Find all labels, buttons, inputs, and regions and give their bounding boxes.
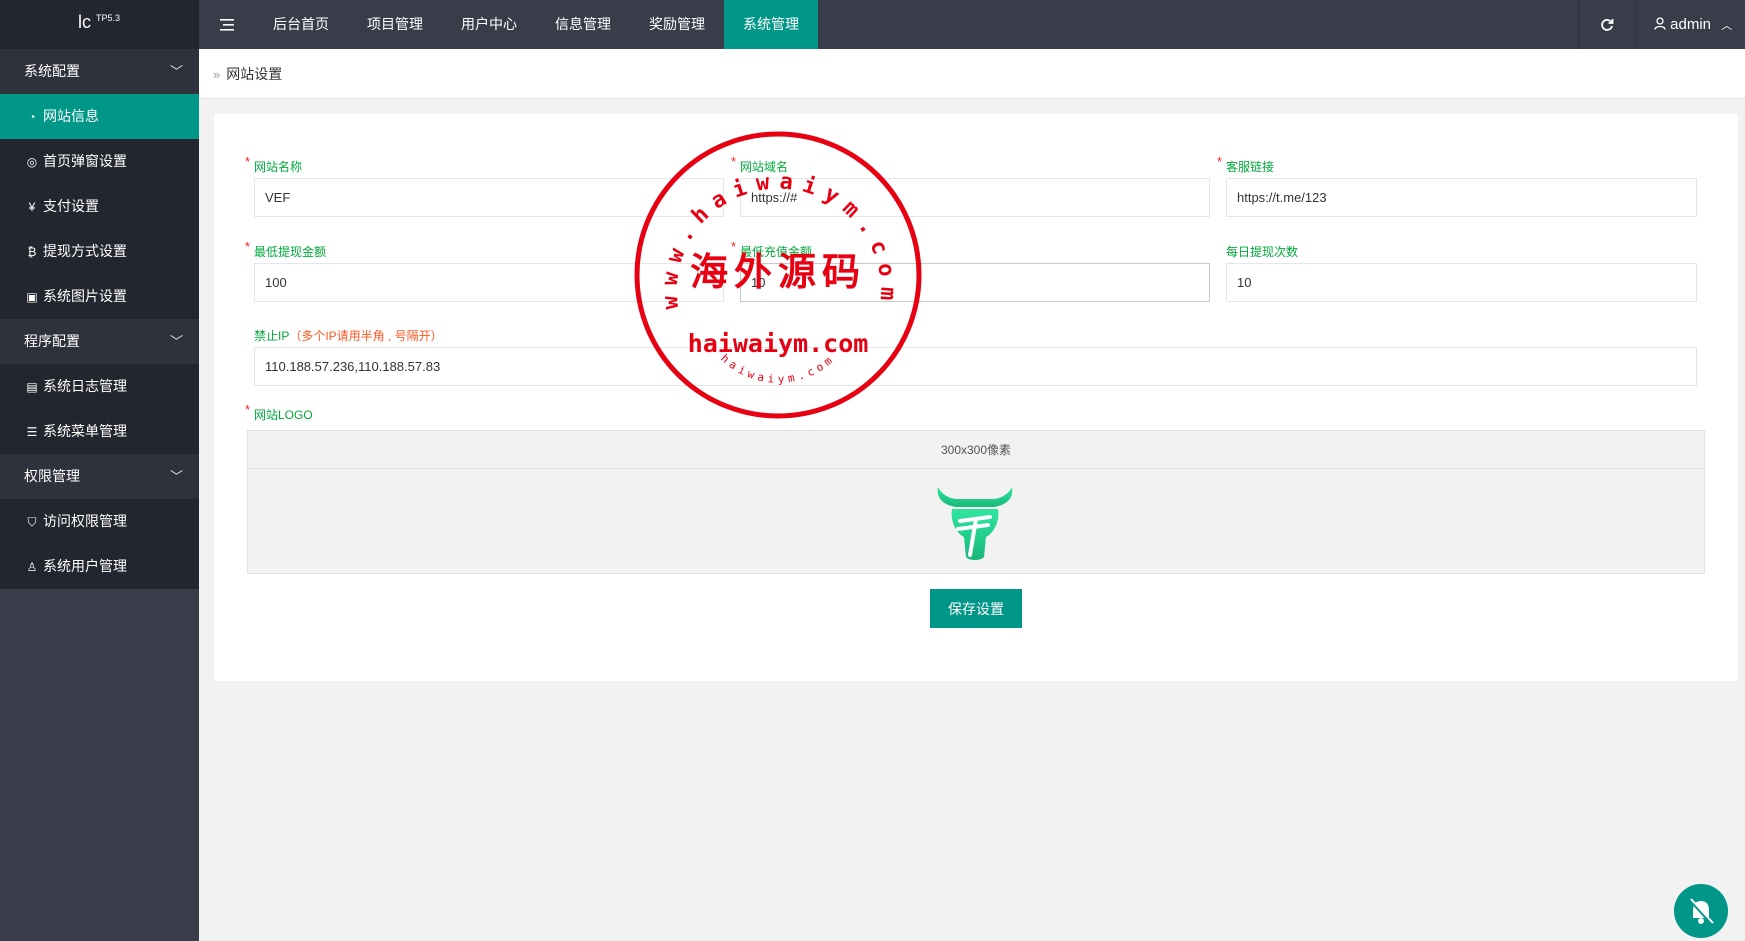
required-mark: * (245, 402, 251, 417)
ban-ip-label: 禁止IP（多个IP请用半角 , 号隔开） (254, 329, 443, 343)
sidebar-item-label: 系统日志管理 (43, 378, 127, 394)
sidebar-item-label: 系统图片设置 (43, 288, 127, 304)
required-mark: * (245, 239, 251, 254)
sidebar-item-label: 提现方式设置 (43, 243, 127, 259)
min-withdraw-label: * 最低提现金额 (245, 239, 327, 259)
sidebar: 系统配置 ﹀ ◔ 网站信息 ◎ 首页弹窗设置 ¥ 支付设置 ₿ 提现方式设置 ▣ 系统图片… (0, 49, 199, 941)
bull-logo-image[interactable] (934, 481, 1016, 563)
site-logo-label: * 网站LOGO (245, 402, 313, 422)
nav-info[interactable]: 信息管理 (536, 0, 630, 49)
sidebar-item-menus[interactable]: ☰ 系统菜单管理 (0, 409, 199, 454)
nav-system[interactable]: 系统管理 (724, 0, 818, 49)
sidebar-item-sys-users[interactable]: ♙ 系统用户管理 (0, 544, 199, 589)
sidebar-group-system-config[interactable]: 系统配置 ﹀ (0, 49, 199, 94)
menu-list-icon: ☰ (26, 425, 38, 439)
sidebar-group-permissions[interactable]: 权限管理 ﹀ (0, 454, 199, 499)
chevron-down-icon: ﹀ (169, 334, 183, 349)
logo-version: TP5.3 (96, 13, 121, 23)
bell-off-icon[interactable] (1674, 884, 1728, 938)
shield-icon: ⛉ (27, 515, 37, 529)
min-withdraw-input[interactable] (254, 263, 724, 302)
sidebar-item-site-info[interactable]: ◔ 网站信息 (0, 94, 199, 139)
site-name-input[interactable] (254, 178, 724, 217)
daily-withdraw-label: 每日提现次数 (1226, 245, 1299, 259)
chevron-down-icon: ﹀ (169, 64, 183, 79)
sidebar-group-program-config[interactable]: 程序配置 ﹀ (0, 319, 199, 364)
logo-upload-area[interactable]: 300x300像素 (247, 430, 1705, 574)
eye-icon: ◎ (26, 155, 38, 169)
sidebar-item-label: 访问权限管理 (43, 513, 127, 529)
sidebar-item-withdraw[interactable]: ₿ 提现方式设置 (0, 229, 199, 274)
user-menu[interactable]: admin ︿ (1635, 0, 1745, 49)
sidebar-item-payment[interactable]: ¥ 支付设置 (0, 184, 199, 229)
site-domain-input[interactable] (740, 178, 1210, 217)
chevron-down-icon: ﹀ (169, 469, 183, 484)
double-chevron-right-icon: » (213, 67, 221, 82)
breadcrumb: » 网站设置 (199, 49, 1745, 99)
sidebar-group-label: 程序配置 (24, 333, 80, 349)
sidebar-item-label: 系统菜单管理 (43, 423, 127, 439)
logo-size-hint: 300x300像素 (248, 431, 1704, 469)
sidebar-item-popup[interactable]: ◎ 首页弹窗设置 (0, 139, 199, 184)
sidebar-group-label: 权限管理 (24, 468, 80, 484)
site-name-label: * 网站名称 (245, 154, 303, 174)
app-logo[interactable]: lc TP5.3 (0, 0, 199, 49)
sidebar-item-logs[interactable]: ▤ 系统日志管理 (0, 364, 199, 409)
nav-projects[interactable]: 项目管理 (348, 0, 442, 49)
sidebar-item-label: 支付设置 (43, 198, 99, 214)
daily-withdraw-input[interactable] (1226, 263, 1697, 302)
required-mark: * (731, 239, 737, 254)
min-recharge-label: * 最低充值金额 (731, 239, 813, 259)
save-button[interactable]: 保存设置 (930, 589, 1022, 628)
refresh-icon[interactable] (1578, 0, 1635, 49)
bitcoin-icon: ₿ (27, 245, 37, 259)
required-mark: * (731, 154, 737, 169)
service-link-input[interactable] (1226, 178, 1697, 217)
chevron-up-icon: ︿ (1721, 20, 1733, 32)
user-icon (1654, 16, 1666, 33)
ban-ip-hint: （多个IP请用半角 , 号隔开） (289, 329, 443, 343)
top-nav: 后台首页 项目管理 用户中心 信息管理 奖励管理 系统管理 (199, 0, 818, 49)
logo-text: lc (78, 12, 91, 32)
nav-rewards[interactable]: 奖励管理 (630, 0, 724, 49)
min-recharge-input[interactable] (740, 263, 1210, 302)
top-right-tools: admin ︿ (1578, 0, 1745, 49)
image-icon: ▣ (26, 290, 38, 304)
breadcrumb-current: 网站设置 (226, 66, 283, 82)
user-icon: ♙ (26, 560, 38, 574)
user-name: admin (1670, 16, 1712, 33)
site-domain-label: * 网站域名 (731, 154, 789, 174)
ban-ip-input[interactable] (254, 347, 1697, 386)
nav-users[interactable]: 用户中心 (442, 0, 536, 49)
log-icon: ▤ (26, 380, 38, 394)
gauge-icon: ◔ (28, 110, 36, 124)
required-mark: * (245, 154, 251, 169)
sidebar-item-label: 系统用户管理 (43, 558, 127, 574)
sidebar-item-access[interactable]: ⛉ 访问权限管理 (0, 499, 199, 544)
nav-home[interactable]: 后台首页 (254, 0, 348, 49)
required-mark: * (1217, 154, 1223, 169)
sidebar-item-images[interactable]: ▣ 系统图片设置 (0, 274, 199, 319)
top-header: lc TP5.3 后台首页 项目管理 用户中心 信息管理 奖励管理 系统管理 a… (0, 0, 1745, 49)
settings-card: *网站名称 *网站域名 *客服链接 *最低提现金额 *最低充值金额 每日提现次数… (214, 114, 1738, 681)
service-link-label: * 客服链接 (1217, 154, 1275, 174)
sidebar-item-label: 首页弹窗设置 (43, 153, 127, 169)
sidebar-group-label: 系统配置 (24, 63, 80, 79)
hamburger-icon[interactable] (199, 0, 254, 49)
sidebar-item-label: 网站信息 (43, 108, 99, 124)
yen-icon: ¥ (28, 200, 36, 214)
